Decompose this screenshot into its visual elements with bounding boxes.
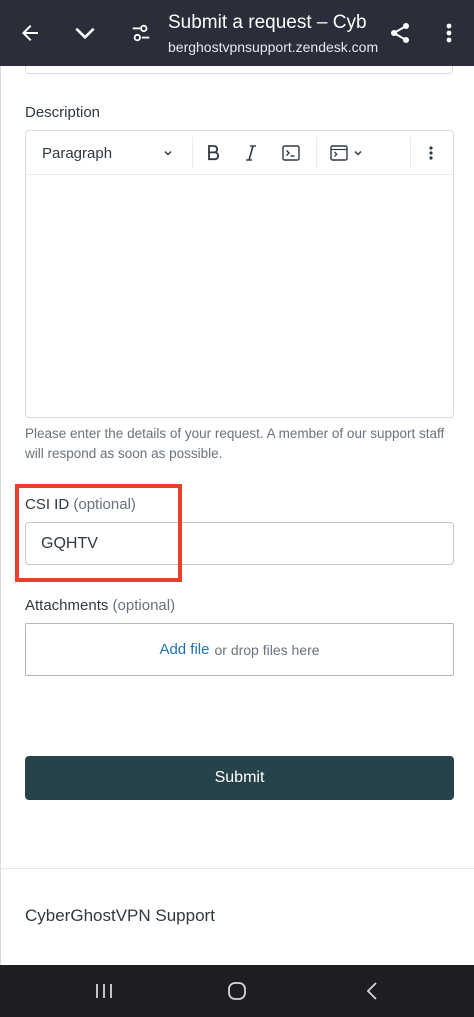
request-form-page: Description Paragraph Please enter the d… <box>0 66 474 965</box>
attachments-optional: (optional) <box>112 597 176 614</box>
share-icon[interactable] <box>380 0 420 66</box>
back-icon[interactable] <box>352 965 392 1017</box>
attachments-label: Attachments (optional) <box>25 597 175 614</box>
code-block-icon <box>330 145 348 161</box>
description-text-area[interactable] <box>26 175 453 417</box>
page-title[interactable]: Submit a request – Cyb <box>168 12 380 34</box>
description-label: Description <box>25 104 101 121</box>
more-vert-icon[interactable] <box>432 0 466 66</box>
home-icon[interactable] <box>217 965 257 1017</box>
bold-icon[interactable] <box>198 131 228 175</box>
chevron-down-icon[interactable] <box>64 0 106 66</box>
drop-files-text: or drop files here <box>214 641 320 658</box>
previous-field[interactable] <box>25 66 453 74</box>
italic-icon[interactable] <box>236 131 266 175</box>
submit-button[interactable]: Submit <box>25 756 454 800</box>
browser-toolbar: Submit a request – Cyb berghostvpnsuppor… <box>0 0 474 66</box>
chevron-down-icon <box>164 150 172 156</box>
paragraph-select-label: Paragraph <box>42 144 113 162</box>
code-block-dropdown[interactable] <box>326 131 368 175</box>
add-file-link[interactable]: Add file <box>159 641 209 658</box>
description-editor[interactable]: Paragraph <box>25 130 454 418</box>
highlight-box <box>15 484 182 582</box>
tune-icon[interactable] <box>122 0 160 66</box>
back-arrow-icon[interactable] <box>10 0 50 66</box>
attachments-label-text: Attachments <box>25 597 109 614</box>
chevron-down-icon <box>354 150 362 156</box>
system-nav-bar <box>0 965 474 1017</box>
page-url[interactable]: berghostvpnsupport.zendesk.com <box>168 39 380 55</box>
footer-divider <box>1 868 474 869</box>
description-hint: Please enter the details of your request… <box>25 426 445 461</box>
paragraph-select[interactable]: Paragraph <box>32 131 182 175</box>
recent-apps-icon[interactable] <box>84 965 124 1017</box>
more-options-icon[interactable] <box>418 131 444 175</box>
attachments-dropzone[interactable]: Add file or drop files here <box>25 623 454 676</box>
footer-brand[interactable]: CyberGhostVPN Support <box>25 906 215 926</box>
code-icon[interactable] <box>276 131 306 175</box>
editor-toolbar: Paragraph <box>26 131 453 175</box>
